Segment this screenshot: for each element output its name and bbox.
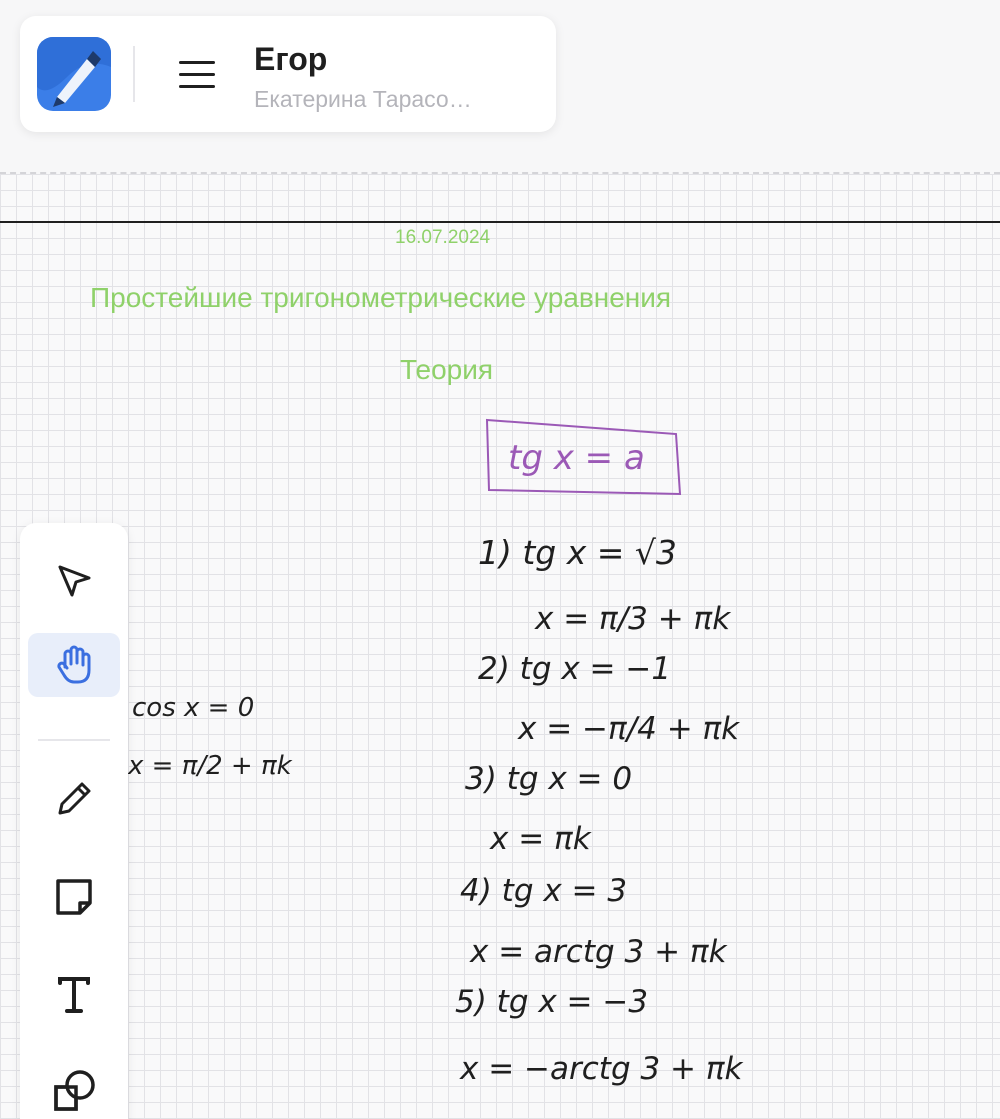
menu-icon-bar [179, 72, 215, 76]
pen-icon [58, 782, 91, 815]
text-icon [58, 977, 90, 1013]
whiteboard-canvas[interactable]: 16.07.2024 Простейшие тригонометрические… [0, 174, 1000, 1119]
handwriting-left-1[interactable]: cos x = 0 [132, 693, 254, 723]
handwriting-line-2a[interactable]: 2) tg x = −1 [478, 651, 671, 687]
shapes-tool-button[interactable] [28, 1059, 120, 1119]
handwriting-layer[interactable]: tg x = a 1) tg x = √3 x = π/3 + πk 2) tg… [0, 174, 1000, 1119]
text-tool-button[interactable] [28, 963, 120, 1027]
app-logo-icon[interactable] [37, 37, 111, 111]
menu-icon-bar [179, 84, 215, 88]
formula-tg-x-a[interactable]: tg x = a [508, 438, 645, 478]
board-name[interactable]: Егор [254, 41, 327, 78]
handwriting-line-3a[interactable]: 3) tg x = 0 [465, 761, 632, 797]
board-owner: Екатерина Тарасо… [254, 86, 472, 112]
handwriting-line-5b[interactable]: x = −arctg 3 + πk [459, 1051, 744, 1087]
handwriting-line-4b[interactable]: x = arctg 3 + πk [469, 934, 728, 970]
hand-tool-button[interactable] [28, 633, 120, 697]
sticky-note-tool-button[interactable] [28, 865, 120, 929]
menu-button[interactable] [170, 50, 224, 98]
pen-tool-button[interactable] [28, 767, 120, 831]
handwriting-line-4a[interactable]: 4) tg x = 3 [460, 873, 627, 909]
hand-icon [57, 645, 91, 684]
shapes-icon [54, 1070, 95, 1111]
toolbar-divider [38, 739, 110, 741]
handwriting-line-2b[interactable]: x = −π/4 + πk [517, 711, 740, 747]
handwriting-line-1a[interactable]: 1) tg x = √3 [478, 533, 677, 572]
handwriting-line-5a[interactable]: 5) tg x = −3 [455, 984, 648, 1020]
tool-panel [20, 523, 128, 1119]
menu-icon-bar [179, 60, 215, 64]
board-header-card: Егор Екатерина Тарасо… [20, 16, 556, 132]
handwriting-line-3b[interactable]: x = πk [489, 821, 592, 857]
select-tool-button[interactable] [28, 549, 120, 613]
sticky-note-icon [56, 879, 92, 915]
handwriting-line-1b[interactable]: x = π/3 + πk [534, 601, 731, 637]
select-icon [58, 565, 91, 597]
header-divider [133, 46, 135, 102]
handwriting-left-2[interactable]: x = π/2 + πk [127, 751, 293, 781]
